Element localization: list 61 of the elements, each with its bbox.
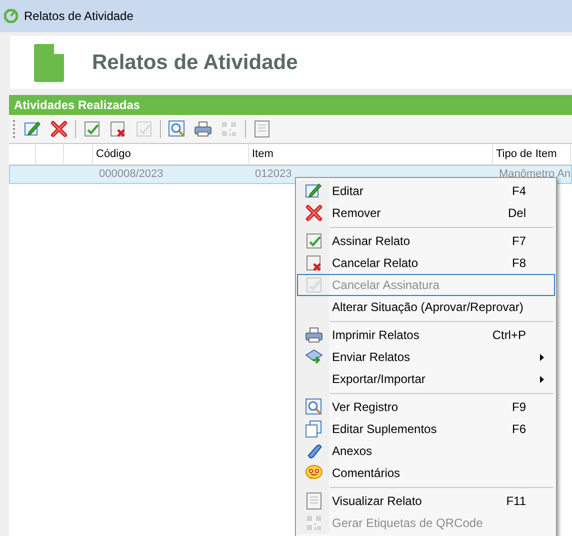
table-cell-text: 000008/2023 xyxy=(99,167,164,182)
menu-item[interactable]: Ver Registro F9 xyxy=(297,396,555,418)
shortcut-label: Del xyxy=(506,205,526,222)
menu-label: Remover xyxy=(332,205,382,222)
shortcut-label: F4 xyxy=(510,183,526,200)
column-header[interactable]: Código xyxy=(93,144,249,164)
app-logo-icon xyxy=(4,9,18,23)
shortcut-label: F8 xyxy=(510,255,526,272)
menu-item[interactable]: Alterar Situação (Aprovar/Reprovar) xyxy=(297,296,555,318)
cancel-document-icon xyxy=(305,254,323,272)
menu-label: Ver Registro xyxy=(332,399,400,416)
qr-code-icon xyxy=(305,514,323,532)
table-cell-text: Manômetro An xyxy=(499,167,571,182)
menu-label: Assinar Relato xyxy=(332,233,412,250)
envelope-arrow-icon xyxy=(305,348,323,366)
menu-item[interactable]: Cancelar Relato F8 xyxy=(297,252,555,274)
menu-item[interactable]: Visualizar Relato F11 xyxy=(297,490,555,512)
document-icon xyxy=(305,492,323,510)
copy-icon xyxy=(305,420,323,438)
submenu-arrow-icon xyxy=(540,376,544,382)
printer-icon xyxy=(305,326,323,344)
shortcut-label: F6 xyxy=(510,421,526,438)
menu-label: Exportar/Importar xyxy=(332,371,426,388)
shortcut-label: F11 xyxy=(505,493,526,510)
menu-item[interactable]: Enviar Relatos xyxy=(297,346,555,368)
shortcut-label: Ctrl+P xyxy=(491,327,526,344)
shortcut-label: F9 xyxy=(510,399,526,416)
menu-label: Imprimir Relatos xyxy=(332,327,420,344)
menu-label: Editar Suplementos xyxy=(332,421,438,438)
menu-label: Alterar Situação (Aprovar/Reprovar) xyxy=(332,299,524,316)
menu-label: Editar xyxy=(332,183,364,200)
check-document-icon xyxy=(305,232,323,250)
smiley-icon xyxy=(305,464,323,482)
toolbar-button[interactable] xyxy=(48,118,70,140)
menu-label: Gerar Etiquetas de QRCode xyxy=(332,515,484,532)
window-title: Relatos de Atividade xyxy=(24,8,134,25)
shortcut-label: F7 xyxy=(510,233,526,250)
menu-item[interactable]: Remover Del xyxy=(297,202,555,224)
check-document-icon xyxy=(305,276,323,294)
page-title: Relatos de Atividade xyxy=(92,50,298,76)
menu-item[interactable]: Exportar/Importar xyxy=(297,368,555,390)
menu-label: Visualizar Relato xyxy=(332,493,423,510)
menu-label: Anexos xyxy=(332,443,374,460)
menu-label: Comentários xyxy=(332,465,402,482)
menu-item[interactable]: Imprimir Relatos Ctrl+P xyxy=(297,324,555,346)
menu-item[interactable]: Comentários xyxy=(297,462,555,484)
column-header[interactable]: Item xyxy=(249,144,493,164)
menu-item[interactable]: Anexos xyxy=(297,440,555,462)
submenu-arrow-icon xyxy=(540,354,544,360)
pencil-icon xyxy=(305,182,323,200)
document-icon xyxy=(34,44,64,82)
menu-label: Cancelar Relato xyxy=(332,255,420,272)
column-header[interactable]: Tipo de Item xyxy=(493,144,571,164)
magnifier-icon xyxy=(305,398,323,416)
menu-label: Enviar Relatos xyxy=(332,349,412,366)
close-icon xyxy=(305,204,323,222)
table-cell-text: 012023 xyxy=(255,167,292,182)
menu-item[interactable]: Editar Suplementos F6 xyxy=(297,418,555,440)
menu-item[interactable]: Assinar Relato F7 xyxy=(297,230,555,252)
panel-title: Atividades Realizadas xyxy=(14,97,140,114)
menu-label: Cancelar Assinatura xyxy=(332,277,440,294)
